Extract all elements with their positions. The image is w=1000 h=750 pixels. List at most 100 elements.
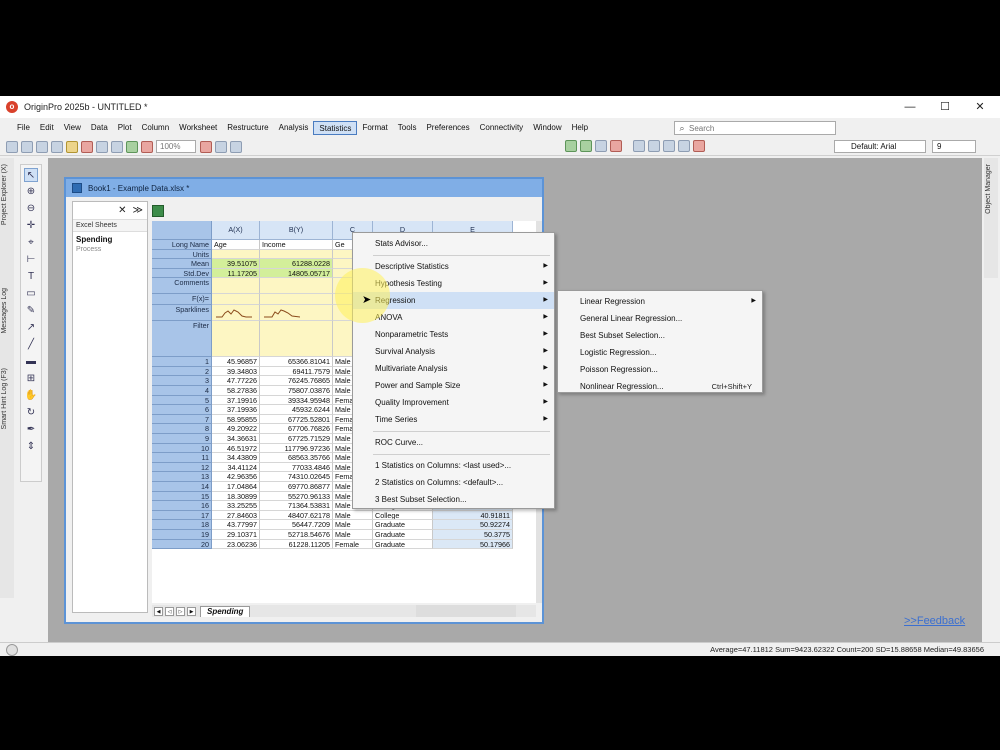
row-number[interactable]: 13 — [152, 472, 212, 482]
row-number[interactable]: 8 — [152, 424, 212, 434]
meta-cell[interactable] — [260, 320, 333, 358]
text-tool-icon[interactable]: T — [24, 270, 38, 284]
row-header-corner[interactable] — [152, 221, 212, 240]
menu-worksheet[interactable]: Worksheet — [174, 121, 222, 135]
menu-item-logistic-regression[interactable]: Logistic Regression... — [558, 344, 762, 361]
table-cell[interactable]: 71364.53831 — [260, 501, 333, 511]
meta-cell[interactable] — [260, 293, 333, 306]
draw-data-icon[interactable]: ✎ — [24, 304, 38, 318]
table-cell[interactable]: 74310.02645 — [260, 472, 333, 482]
table-cell[interactable]: 67706.76826 — [260, 424, 333, 434]
tab-spending[interactable]: Spending — [200, 605, 251, 617]
row-number[interactable]: 4 — [152, 385, 212, 396]
menu-item-roc-curve[interactable]: ROC Curve... — [353, 434, 554, 451]
new-workbook-icon[interactable] — [36, 140, 48, 153]
project-explorer-tab[interactable]: Project Explorer (X) — [1, 164, 13, 225]
menu-item-nonparametric-tests[interactable]: Nonparametric Tests ▶ — [353, 326, 554, 343]
row-number[interactable]: 10 — [152, 443, 212, 454]
meta-cell[interactable] — [212, 278, 260, 294]
layer-icon[interactable] — [565, 140, 577, 152]
last-icon[interactable] — [678, 140, 690, 152]
table-cell[interactable]: 34.41124 — [212, 462, 260, 473]
workbook-title-bar[interactable]: Book1 - Example Data.xlsx * — [66, 179, 542, 197]
messages-log-tab[interactable]: Messages Log — [1, 288, 13, 334]
meta-cell[interactable] — [260, 305, 333, 321]
close-panel-icon[interactable]: ✕ — [118, 205, 126, 216]
table-cell[interactable]: 58.27836 — [212, 385, 260, 396]
menu-item-2-statistics-on-columns-default[interactable]: 2 Statistics on Columns: <default>... — [353, 474, 554, 491]
meta-cell[interactable]: 14805.05717 — [260, 268, 333, 279]
menu-restructure[interactable]: Restructure — [222, 121, 273, 135]
collapse-panel-icon[interactable]: ≫ — [133, 205, 143, 216]
table-cell[interactable]: 50.3775 — [433, 529, 513, 540]
maximize-button[interactable]: ☐ — [930, 99, 960, 115]
menu-item-linear-regression[interactable]: Linear Regression ▶ — [558, 293, 762, 310]
table-cell[interactable]: 39334.95948 — [260, 395, 333, 406]
table-cell[interactable]: Male — [333, 529, 373, 540]
menu-item-nonlinear-regression[interactable]: Nonlinear Regression... Ctrl+Shift+Y — [558, 378, 762, 395]
meta-row-label[interactable]: Long Name — [152, 240, 212, 250]
table-cell[interactable]: 18.30899 — [212, 491, 260, 502]
table-cell[interactable]: 47.77226 — [212, 376, 260, 386]
menu-item-survival-analysis[interactable]: Survival Analysis ▶ — [353, 343, 554, 360]
table-cell[interactable]: 76245.76865 — [260, 376, 333, 386]
smart-hint-log-tab[interactable]: Smart Hint Log (F3) — [1, 368, 13, 429]
row-number[interactable]: 17 — [152, 510, 212, 521]
table-cell[interactable]: 58.95855 — [212, 414, 260, 425]
menu-item-quality-improvement[interactable]: Quality Improvement ▶ — [353, 394, 554, 411]
menu-item-best-subset-selection[interactable]: Best Subset Selection... — [558, 327, 762, 344]
meta-row-label[interactable]: F(x)= — [152, 293, 212, 306]
menu-preferences[interactable]: Preferences — [421, 121, 474, 135]
pen-icon[interactable]: ✒ — [24, 423, 38, 437]
meta-row-label[interactable]: Filter — [152, 320, 212, 358]
table-cell[interactable]: 42.96356 — [212, 472, 260, 482]
first-icon[interactable] — [633, 140, 645, 152]
save-icon[interactable] — [96, 140, 108, 153]
data-selector-icon[interactable]: ⊢ — [24, 253, 38, 267]
column-header[interactable]: B(Y) — [260, 221, 333, 240]
duplicate-icon[interactable] — [215, 140, 227, 153]
meta-cell[interactable] — [212, 305, 260, 321]
menu-analysis[interactable]: Analysis — [274, 121, 314, 135]
table-cell[interactable]: Graduate — [373, 520, 433, 530]
new-graph-icon[interactable] — [51, 140, 63, 153]
pan-icon[interactable]: ⇕ — [24, 440, 38, 454]
open-icon[interactable] — [66, 140, 78, 153]
sheet-item-spending[interactable]: Spending — [73, 232, 147, 244]
close-button[interactable]: ✕ — [965, 99, 995, 115]
table-cell[interactable]: 68563.35766 — [260, 453, 333, 463]
recalculate-icon[interactable] — [141, 140, 153, 153]
table-cell[interactable]: 52718.54676 — [260, 529, 333, 540]
menu-statistics[interactable]: Statistics — [313, 121, 358, 135]
table-cell[interactable]: Female — [333, 539, 373, 550]
table-cell[interactable]: 65366.81041 — [260, 357, 333, 367]
menu-tools[interactable]: Tools — [393, 121, 422, 135]
rotate-icon[interactable]: ↻ — [24, 406, 38, 420]
table-cell[interactable]: 39.34803 — [212, 366, 260, 377]
prev-icon[interactable] — [648, 140, 660, 152]
menu-file[interactable]: File — [12, 121, 35, 135]
table-cell[interactable]: 45932.6244 — [260, 405, 333, 415]
table-cell[interactable]: 49.20922 — [212, 424, 260, 434]
table-cell[interactable]: 77033.4846 — [260, 462, 333, 473]
table-cell[interactable]: 34.36631 — [212, 433, 260, 444]
meta-cell[interactable]: 61288.0228 — [260, 259, 333, 269]
menu-item-1-statistics-on-columns-last-used[interactable]: 1 Statistics on Columns: <last used>... — [353, 457, 554, 474]
menu-item-descriptive-statistics[interactable]: Descriptive Statistics ▶ — [353, 258, 554, 275]
menu-format[interactable]: Format — [357, 121, 392, 135]
table-cell[interactable]: 45.96857 — [212, 357, 260, 367]
row-number[interactable]: 19 — [152, 529, 212, 540]
mask-tool-icon[interactable]: ⊞ — [24, 372, 38, 386]
menu-item-time-series[interactable]: Time Series ▶ — [353, 411, 554, 428]
menu-connectivity[interactable]: Connectivity — [475, 121, 529, 135]
menu-item-multivariate-analysis[interactable]: Multivariate Analysis ▶ — [353, 360, 554, 377]
horizontal-scrollbar[interactable] — [416, 605, 516, 617]
new-folder-icon[interactable] — [21, 140, 33, 153]
menu-plot[interactable]: Plot — [113, 121, 137, 135]
row-number[interactable]: 2 — [152, 366, 212, 377]
table-cell[interactable]: 34.43809 — [212, 453, 260, 463]
row-number[interactable]: 5 — [152, 395, 212, 406]
table-cell[interactable]: Graduate — [373, 539, 433, 550]
menu-column[interactable]: Column — [137, 121, 175, 135]
zoom-in-icon[interactable]: ⊕ — [24, 185, 38, 199]
